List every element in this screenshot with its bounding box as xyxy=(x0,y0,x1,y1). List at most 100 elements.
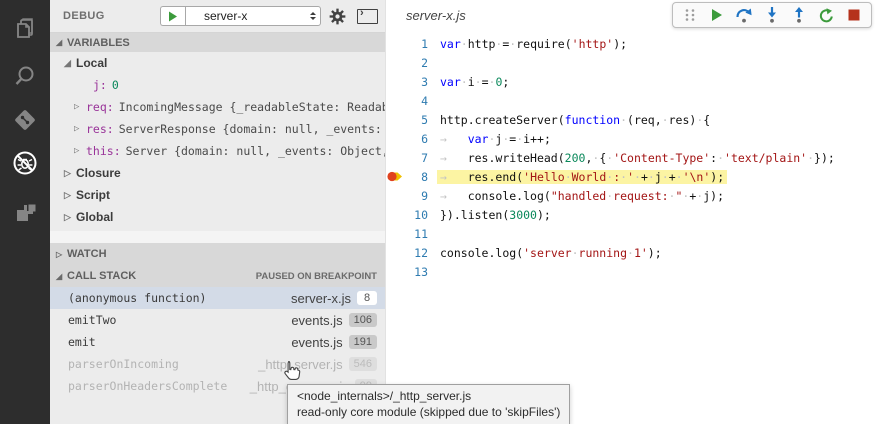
line-number: 9 xyxy=(404,189,428,203)
code-token: var xyxy=(468,132,489,146)
step-over-button[interactable] xyxy=(735,5,755,25)
watch-section-header[interactable]: ▷ WATCH xyxy=(50,243,385,265)
code-area[interactable]: 1var·http·=·require('http');23var·i·=·0;… xyxy=(386,34,875,281)
variable-scope-row[interactable]: ◢Local xyxy=(50,52,385,74)
current-line-content: → res.end('Hello·World·:·'·+·j·+·'\n'); xyxy=(440,170,724,184)
step-over-icon xyxy=(736,8,753,23)
twisty-icon: ▷ xyxy=(74,102,86,112)
continue-icon xyxy=(710,8,724,22)
line-number: 8 xyxy=(404,170,428,184)
breakpoint-gutter[interactable] xyxy=(386,243,404,262)
code-token: running xyxy=(579,246,627,260)
frame-line-badge: 191 xyxy=(349,335,377,349)
configure-gear-button[interactable] xyxy=(329,8,346,25)
code-token: request: xyxy=(613,189,668,203)
variable-name: this: xyxy=(86,144,121,158)
code-token: log xyxy=(495,246,516,260)
code-token: · xyxy=(662,170,669,184)
code-token: console xyxy=(468,189,516,203)
breakpoint-gutter[interactable] xyxy=(386,129,404,148)
line-content: console.log('server·running·1'); xyxy=(440,246,662,260)
stop-button[interactable] xyxy=(844,5,864,25)
code-token: end xyxy=(495,170,516,184)
watch-header-label: WATCH xyxy=(67,248,107,260)
twisty-icon: ◢ xyxy=(56,272,67,281)
step-into-button[interactable] xyxy=(762,5,782,25)
debug-sidebar: DEBUG server-x › ◢ VARIABLES ◢Localj:0▷r… xyxy=(50,0,385,424)
launch-config-select[interactable]: server-x xyxy=(185,6,321,26)
start-debug-button[interactable] xyxy=(160,6,185,26)
code-token: · xyxy=(475,75,482,89)
line-number: 7 xyxy=(404,151,428,165)
breakpoint-gutter[interactable] xyxy=(386,167,404,186)
code-token: ); xyxy=(537,208,551,222)
debug-console-button[interactable]: › xyxy=(357,9,378,24)
debug-icon[interactable] xyxy=(0,143,50,183)
tooltip-description: read-only core module (skipped due to 's… xyxy=(297,404,560,420)
code-token: 'text/plain' xyxy=(724,151,807,165)
step-out-icon xyxy=(793,7,805,23)
debug-sidebar-header: DEBUG server-x › xyxy=(50,0,385,33)
twisty-icon: ◢ xyxy=(64,58,76,69)
breakpoint-gutter[interactable] xyxy=(386,262,404,281)
code-line: 5http.createServer(function·(req,·res)·{ xyxy=(386,110,875,129)
variable-row[interactable]: j:0 xyxy=(50,74,385,96)
search-icon[interactable] xyxy=(0,56,50,96)
variable-name: j: xyxy=(93,78,107,92)
grip-dots-icon xyxy=(684,8,696,22)
variable-scope-row[interactable]: ▷Global xyxy=(50,206,385,228)
code-line: 1var·http·=·require('http'); xyxy=(386,34,875,53)
variable-row[interactable]: ▷this:Server {domain: null, _events: Obj… xyxy=(50,140,385,162)
line-number: 2 xyxy=(404,56,428,70)
line-number: 4 xyxy=(404,94,428,108)
variable-scope-row[interactable]: ▷Script xyxy=(50,184,385,206)
code-token: console xyxy=(440,246,488,260)
breakpoint-gutter[interactable] xyxy=(386,53,404,72)
frame-file: _http_server.js xyxy=(258,357,343,372)
step-into-icon xyxy=(766,7,778,23)
variables-header-label: VARIABLES xyxy=(67,37,130,49)
breakpoint-gutter[interactable] xyxy=(386,148,404,167)
code-token: req xyxy=(634,113,655,127)
variable-scope-row[interactable]: ▷Closure xyxy=(50,162,385,184)
callstack-frame-row[interactable]: emitevents.js191 xyxy=(50,331,385,353)
breakpoint-gutter[interactable] xyxy=(386,186,404,205)
variable-row[interactable]: ▷res:ServerResponse {domain: null, _even… xyxy=(50,118,385,140)
code-token: → xyxy=(440,170,468,184)
breakpoint-gutter[interactable] xyxy=(386,34,404,53)
callstack-frame-row[interactable]: parserOnIncoming_http_server.js546 xyxy=(50,353,385,375)
code-token: = xyxy=(482,75,489,89)
code-token: · xyxy=(461,75,468,89)
code-token: ( xyxy=(558,151,565,165)
breakpoint-gutter[interactable] xyxy=(386,205,404,224)
restart-button[interactable] xyxy=(817,5,837,25)
code-line: 2 xyxy=(386,53,875,72)
code-token: 'server xyxy=(523,246,571,260)
callstack-frame-row[interactable]: (anonymous function)server-x.js8 xyxy=(50,287,385,309)
variables-section-header[interactable]: ◢ VARIABLES xyxy=(50,33,385,52)
breakpoint-gutter[interactable] xyxy=(386,224,404,243)
code-token: "handled xyxy=(551,189,606,203)
toolbar-drag-handle[interactable] xyxy=(680,5,700,25)
breakpoint-gutter[interactable] xyxy=(386,91,404,110)
explorer-icon[interactable] xyxy=(0,10,50,50)
variable-row[interactable]: ▷req:IncomingMessage {_readableState: Re… xyxy=(50,96,385,118)
code-token: · xyxy=(572,246,579,260)
breakpoint-gutter[interactable] xyxy=(386,110,404,129)
code-line: 7→ res.writeHead(200,·{·'Content-Type':·… xyxy=(386,148,875,167)
callstack-frame-row[interactable]: emitTwoevents.js106 xyxy=(50,309,385,331)
code-token: · xyxy=(807,151,814,165)
variable-name: res: xyxy=(86,122,114,136)
callstack-section-header[interactable]: ◢ CALL STACK PAUSED ON BREAKPOINT xyxy=(50,265,385,287)
code-token: · xyxy=(648,170,655,184)
restart-icon xyxy=(819,8,834,23)
extensions-icon[interactable] xyxy=(0,193,50,233)
source-control-icon[interactable] xyxy=(0,100,50,140)
step-out-button[interactable] xyxy=(789,5,809,25)
editor-pane[interactable]: server-x.js 1var·http·=·require('http');… xyxy=(385,0,875,424)
breakpoint-gutter[interactable] xyxy=(386,72,404,91)
code-token: + xyxy=(641,170,648,184)
frame-line-badge: 8 xyxy=(357,291,377,305)
continue-button[interactable] xyxy=(707,5,727,25)
section-gap xyxy=(50,231,385,243)
